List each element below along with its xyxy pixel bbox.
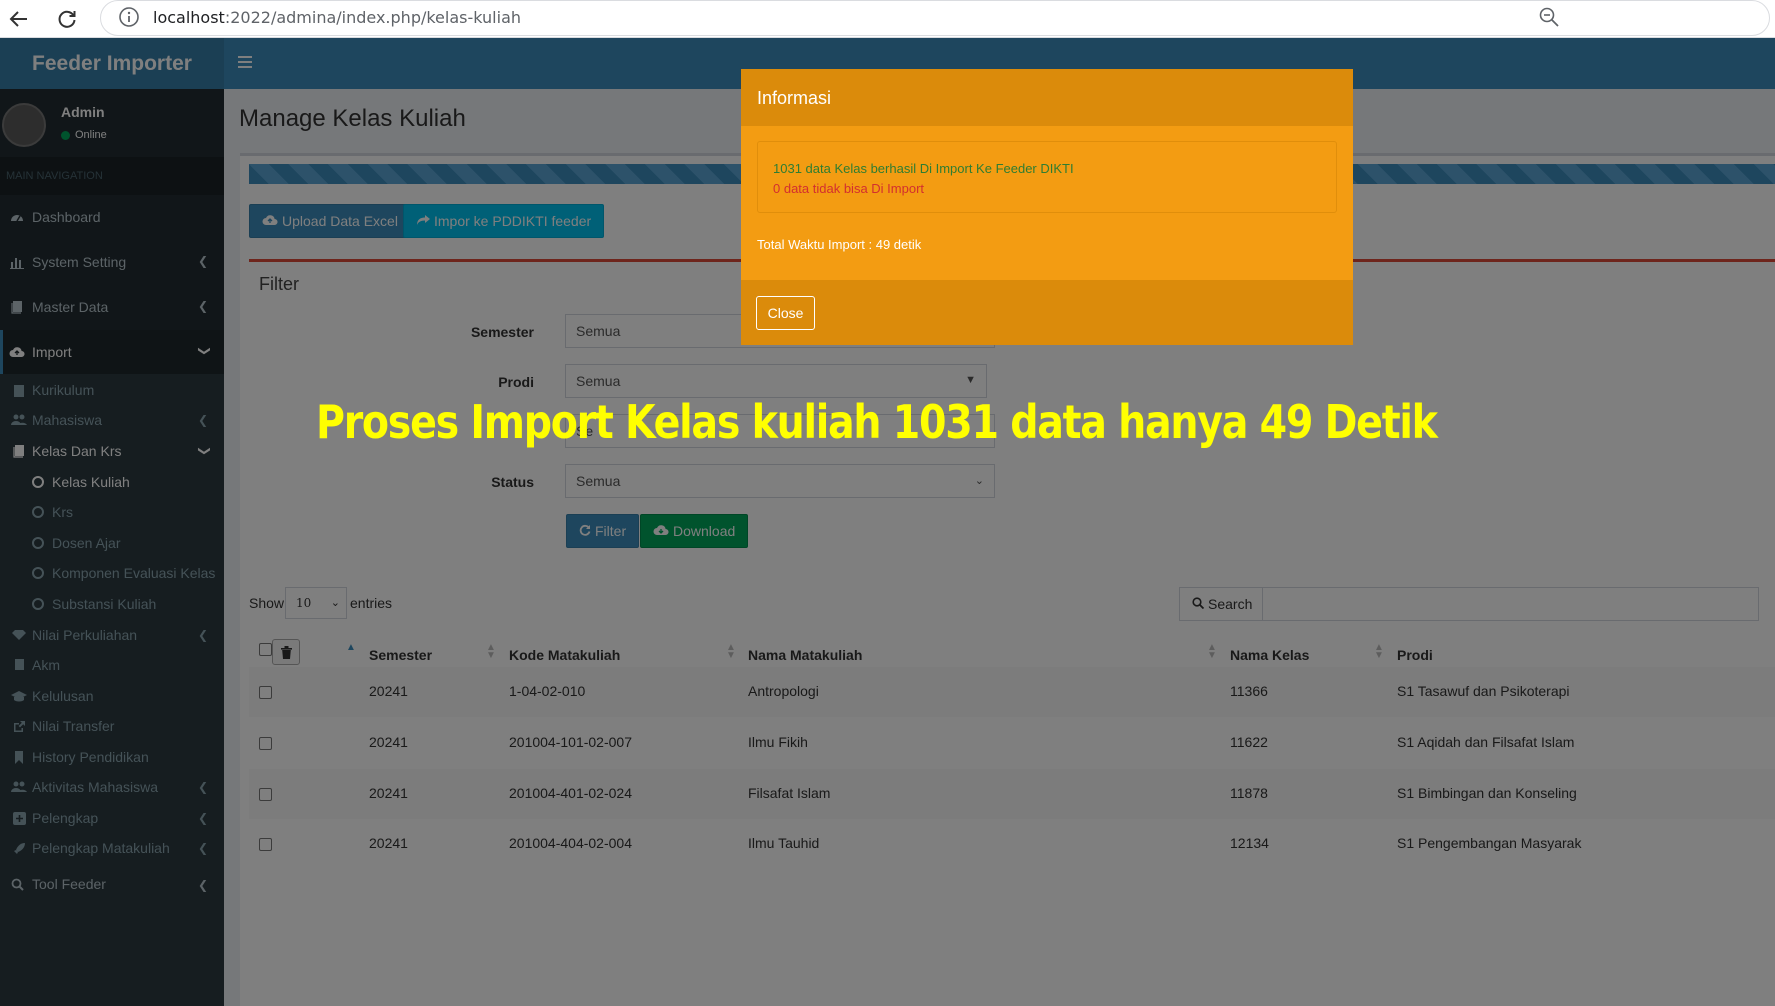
reload-button[interactable] (52, 4, 82, 34)
result-alert: 1031 data Kelas berhasil Di Import Ke Fe… (757, 141, 1337, 213)
back-button[interactable] (4, 4, 34, 34)
browser-toolbar: localhost:2022/admina/index.php/kelas-ku… (0, 0, 1775, 38)
close-button[interactable]: Close (756, 296, 815, 330)
total-time-message: Total Waktu Import : 49 detik (757, 237, 922, 252)
success-message: 1031 data Kelas berhasil Di Import Ke Fe… (773, 161, 1074, 176)
url-host: localhost (153, 8, 225, 27)
arrow-left-icon (9, 11, 27, 27)
zoom-icon[interactable] (1538, 6, 1560, 31)
url-path: :2022/admina/index.php/kelas-kuliah (224, 8, 522, 27)
site-info-icon[interactable] (118, 6, 140, 31)
caption-overlay: Proses Import Kelas kuliah 1031 data han… (316, 395, 1438, 449)
url-text[interactable]: localhost:2022/admina/index.php/kelas-ku… (153, 8, 521, 27)
modal-footer: Close (741, 280, 1353, 345)
modal-title: Informasi (741, 69, 1353, 126)
reload-icon (58, 10, 76, 28)
info-modal: Informasi 1031 data Kelas berhasil Di Im… (741, 69, 1353, 345)
fail-message: 0 data tidak bisa Di Import (773, 181, 925, 196)
